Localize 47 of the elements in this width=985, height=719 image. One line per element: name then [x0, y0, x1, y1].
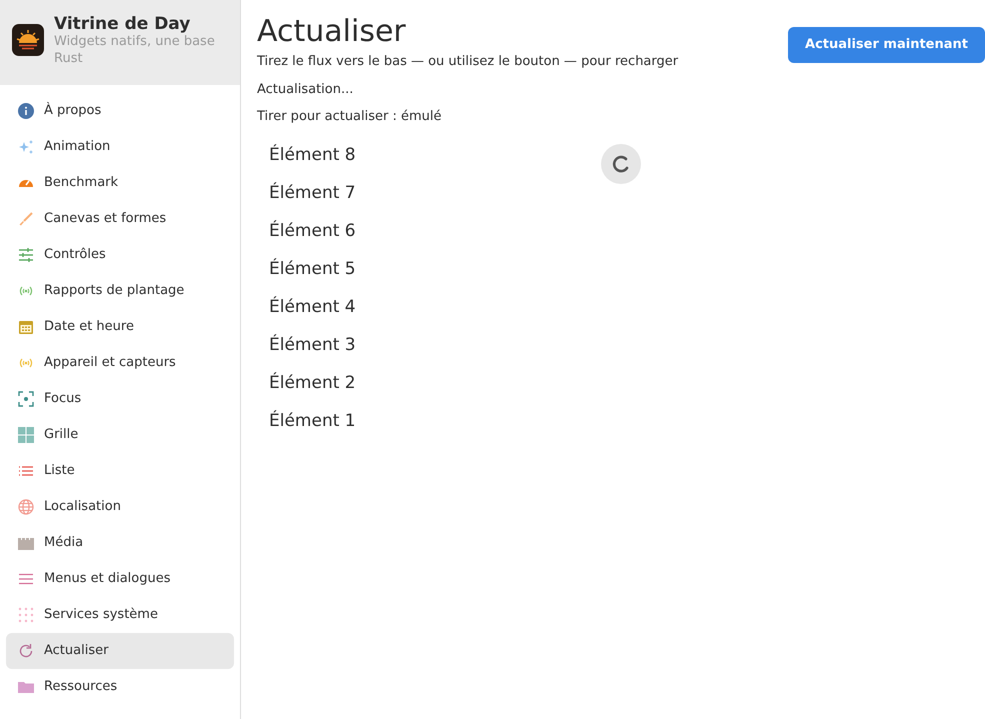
- sidebar-item[interactable]: Contrôles: [6, 237, 234, 273]
- menu-icon: [18, 571, 34, 587]
- list-item: Élément 1: [268, 409, 357, 432]
- app-logo-icon: [12, 24, 44, 56]
- sidebar-item[interactable]: Menus et dialogues: [6, 561, 234, 597]
- sidebar-item[interactable]: Actualiser: [6, 633, 234, 669]
- sparkle-icon: [18, 139, 34, 155]
- sidebar-item[interactable]: À propos: [6, 93, 234, 129]
- list-item: Élément 2: [268, 371, 357, 394]
- list-item: Élément 3: [268, 333, 357, 356]
- sidebar-item[interactable]: Localisation: [6, 489, 234, 525]
- sliders-icon: [18, 247, 34, 263]
- app-title: Vitrine de Day: [54, 14, 192, 34]
- film-icon: [18, 535, 34, 551]
- gauge-icon: [18, 180, 34, 186]
- dots-icon: [18, 607, 34, 623]
- refresh-now-button[interactable]: Actualiser maintenant: [788, 27, 985, 62]
- sidebar-item[interactable]: Canevas et formes: [6, 201, 234, 237]
- sidebar-item[interactable]: Appareil et capteurs: [6, 345, 234, 381]
- sidebar-item[interactable]: Rapports de plantage: [6, 273, 234, 309]
- app-subtitle: Widgets natifs, une base Rust: [54, 34, 216, 68]
- refresh-icon: [18, 643, 34, 659]
- calendar-icon: [18, 319, 34, 335]
- brush-icon: [18, 211, 34, 227]
- sidebar-item[interactable]: Ressources: [6, 669, 234, 705]
- sidebar-item[interactable]: Média: [6, 525, 234, 561]
- page-title: Actualiser: [257, 14, 406, 50]
- page-description: Tirez le flux vers le bas — ou utilisez le bouton — pour recharger: [257, 53, 680, 71]
- globe-icon: [18, 499, 34, 515]
- list-item: Élément 4: [268, 295, 357, 318]
- sidebar-item[interactable]: Date et heure: [6, 309, 234, 345]
- focus-icon: [18, 391, 34, 407]
- status-text: Actualisation...: [257, 80, 354, 98]
- sidebar-item[interactable]: Grille: [6, 417, 234, 453]
- sidebar-item[interactable]: Services système: [6, 597, 234, 633]
- sidebar-item[interactable]: Animation: [6, 129, 234, 165]
- list-item: Élément 5: [268, 257, 357, 280]
- sidebar-item[interactable]: Benchmark: [6, 165, 234, 201]
- mode-text: Tirer pour actualiser : émulé: [257, 108, 443, 126]
- sidebar-item[interactable]: Focus: [6, 381, 234, 417]
- folder-icon: [18, 679, 34, 695]
- sidebar-item[interactable]: Liste: [6, 453, 234, 489]
- list-item: Élément 6: [268, 219, 357, 242]
- grid-icon: [18, 427, 34, 443]
- list-item: Élément 7: [268, 181, 357, 204]
- list-item: Élément 8: [268, 143, 357, 166]
- info-icon: [18, 103, 34, 119]
